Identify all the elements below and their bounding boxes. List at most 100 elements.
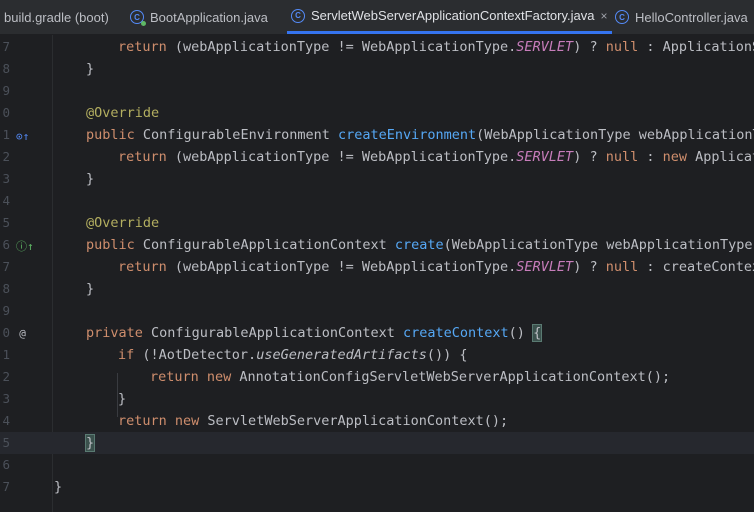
spring-class-icon: C <box>130 10 146 26</box>
code-text: } <box>54 432 96 454</box>
line-number: 5 <box>2 215 10 230</box>
code-text: return (webApplicationType != WebApplica… <box>54 36 754 58</box>
code-text: @Override <box>54 102 159 124</box>
code-token: createEnvironment <box>337 127 477 143</box>
code-text: } <box>54 58 94 80</box>
editor-tab-bar: build.gradle (boot) C BootApplication.ja… <box>0 0 754 35</box>
code-text: public ConfigurableEnvironment createEnv… <box>54 124 754 146</box>
code-token: ConfigurableApplicationContext <box>151 325 403 341</box>
code-token: null <box>605 259 647 275</box>
code-token: new <box>662 149 696 165</box>
code-token: (webApplicationType != WebApplicationTyp… <box>174 259 517 275</box>
line-number: 4 <box>2 413 10 428</box>
code-token: null <box>605 149 647 165</box>
code-line[interactable]: 5 @Override <box>0 212 754 234</box>
line-number: 2 <box>2 369 10 384</box>
code-line[interactable]: 0 @Override <box>0 102 754 124</box>
code-text: } <box>54 168 94 190</box>
line-number: 6 <box>2 237 10 252</box>
code-token: : <box>646 149 663 165</box>
close-icon[interactable]: × <box>600 9 607 23</box>
code-text: return (webApplicationType != WebApplica… <box>54 146 754 168</box>
code-line[interactable]: 9 <box>0 80 754 102</box>
code-line[interactable]: 4 <box>0 190 754 212</box>
code-token: return <box>150 369 207 385</box>
code-token: new <box>206 369 240 385</box>
code-token: SERVLET <box>516 39 574 55</box>
code-token: ) ? <box>573 259 606 275</box>
code-line[interactable]: 8} <box>0 58 754 80</box>
class-icon: C <box>291 8 305 23</box>
code-token: useGeneratedArtifacts <box>256 347 427 363</box>
code-token: return <box>118 39 175 55</box>
code-token: } <box>54 479 63 495</box>
code-token: ConfigurableEnvironment <box>142 127 338 143</box>
code-token: public <box>86 127 143 143</box>
code-token: @Override <box>86 215 160 231</box>
code-line[interactable]: 0 private ConfigurableApplicationContext … <box>0 322 754 344</box>
code-token: ) ? <box>573 149 606 165</box>
line-number: 7 <box>2 479 10 494</box>
code-token: } <box>118 391 127 407</box>
code-line[interactable]: 2 return new AnnotationConfigServletWebSe… <box>0 366 754 388</box>
code-text: return new AnnotationConfigServletWebSer… <box>54 366 670 388</box>
code-text: return new ServletWebServerApplicationCo… <box>54 410 508 432</box>
code-line[interactable]: 4 return new ServletWebServerApplicationC… <box>0 410 754 432</box>
line-number: 1 <box>2 127 10 142</box>
code-token: { <box>532 324 543 342</box>
code-line[interactable]: 8} <box>0 278 754 300</box>
code-token: SERVLET <box>516 149 574 165</box>
line-number: 8 <box>2 61 10 76</box>
code-line[interactable]: 3} <box>0 168 754 190</box>
code-token: () <box>508 325 534 341</box>
code-token: ConfigurableApplicationContext <box>142 237 395 253</box>
tab-boot-application[interactable]: C BootApplication.java <box>130 0 268 34</box>
code-token: ServletWebServerApplicationContext(); <box>207 413 509 429</box>
code-token: public <box>86 237 143 253</box>
code-text: public ConfigurableApplicationContext cr… <box>54 234 754 256</box>
code-editor[interactable]: 7 return (webApplicationType != WebApplic… <box>0 35 754 512</box>
code-token: } <box>86 281 95 297</box>
code-token: AnnotationConfigServletWebServerApplicat… <box>239 369 671 385</box>
code-line[interactable]: 7} <box>0 476 754 498</box>
code-token: (webApplicationType != WebApplicationTyp… <box>174 39 517 55</box>
code-text: if (!AotDetector.useGeneratedArtifacts()… <box>54 344 468 366</box>
annotation-at-icon[interactable]: @ <box>16 327 29 340</box>
code-line[interactable]: 3} <box>0 388 754 410</box>
line-number: 2 <box>2 149 10 164</box>
line-number: 9 <box>2 303 10 318</box>
override-icon[interactable]: ⊙↑ <box>16 130 29 143</box>
code-line[interactable]: 7 return (webApplicationType != WebApplic… <box>0 256 754 278</box>
code-text: } <box>54 388 126 410</box>
code-line[interactable]: 7 return (webApplicationType != WebApplic… <box>0 36 754 58</box>
line-number: 8 <box>2 281 10 296</box>
code-token: null <box>605 39 647 55</box>
line-number: 3 <box>2 171 10 186</box>
tab-label: ServletWebServerApplicationContextFactor… <box>311 8 595 23</box>
code-line[interactable]: 1 if (!AotDetector.useGeneratedArtifacts(… <box>0 344 754 366</box>
code-line[interactable]: 1 public ConfigurableEnvironment createEn… <box>0 124 754 146</box>
code-token: private <box>86 325 152 341</box>
code-line[interactable]: 6 public ConfigurableApplicationContext c… <box>0 234 754 256</box>
code-line[interactable]: 6 <box>0 454 754 476</box>
tab-hello-controller[interactable]: C HelloController.java <box>615 0 748 34</box>
line-number: 6 <box>2 457 10 472</box>
code-token: return <box>118 413 175 429</box>
line-number: 1 <box>2 347 10 362</box>
code-line[interactable]: 2 return (webApplicationType != WebApplic… <box>0 146 754 168</box>
code-token: Applicati <box>695 149 754 165</box>
code-token: create <box>394 237 444 253</box>
tab-build-gradle[interactable]: build.gradle (boot) <box>4 0 109 34</box>
code-line[interactable]: 5} <box>0 432 754 454</box>
code-text: return (webApplicationType != WebApplica… <box>54 256 754 278</box>
line-number: 0 <box>2 325 10 340</box>
line-number: 4 <box>2 193 10 208</box>
code-token: SERVLET <box>516 259 574 275</box>
implements-icon[interactable]: ⓘ↑ <box>16 240 34 253</box>
code-line[interactable]: 9 <box>0 300 754 322</box>
code-token: @Override <box>86 105 160 121</box>
code-text: } <box>54 278 94 300</box>
tab-servlet-web-server-factory[interactable]: C ServletWebServerApplicationContextFact… <box>287 0 612 34</box>
line-number: 7 <box>2 39 10 54</box>
code-token: } <box>86 61 95 77</box>
